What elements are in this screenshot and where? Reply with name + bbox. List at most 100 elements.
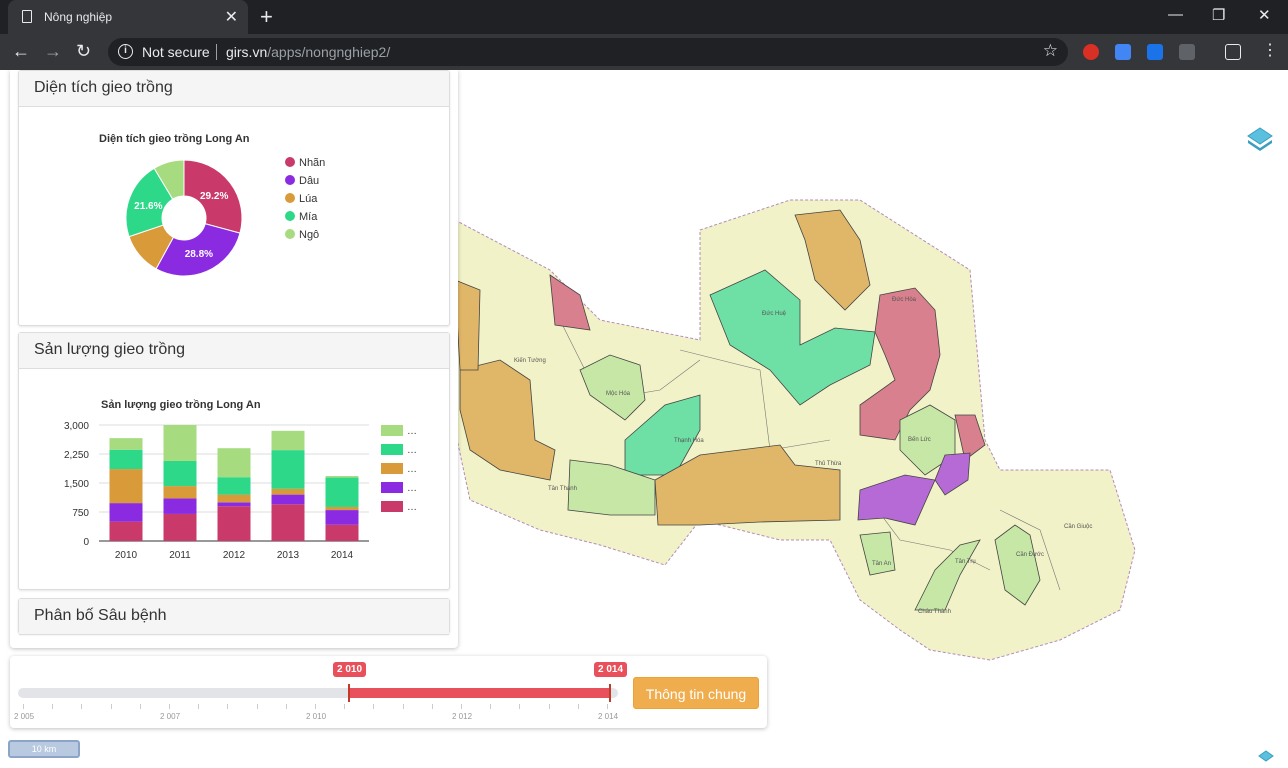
timeline-tick [607,704,608,709]
x-tick-label: 2013 [277,550,300,561]
timeline-label: 2 005 [14,712,35,721]
document-icon [22,10,32,23]
district-north-pink[interactable] [549,274,591,331]
bar-segment-nhan[interactable] [217,506,251,541]
y-tick-label: 3,000 [64,421,89,432]
x-tick-label: 2011 [169,550,191,561]
timeline-tick [373,704,375,709]
legend-dot [285,157,295,167]
bookmark-star-icon[interactable]: ☆ [1043,41,1058,61]
bar-legend-swatch-lua[interactable] [381,463,403,474]
bar-segment-lua[interactable] [109,469,143,504]
timeline-tick [52,704,54,709]
y-tick-label: 0 [83,537,89,548]
extension-translate-icon[interactable] [1115,44,1131,60]
address-bar[interactable]: i Not secure girs.vn/apps/nongnghiep2/ ☆ [108,38,1068,66]
bar-segment-mia[interactable] [271,450,305,489]
bar-segment-lua[interactable] [325,506,359,511]
timeline-slider: 2 010 2 014 2 005 2 007 2 010 2 012 2 01… [10,656,767,728]
legend-dot [285,193,295,203]
timeline-tick [577,704,579,709]
bar-segment-ngo[interactable] [325,476,359,478]
bar-segment-mia[interactable] [325,477,359,507]
bar-segment-ngo[interactable] [217,448,251,478]
x-tick-label: 2014 [331,550,354,561]
bar-segment-mia[interactable] [163,460,197,487]
bar-segment-dau[interactable] [109,503,143,522]
browser-tab[interactable]: Nông nghiệp ✕ [8,0,248,34]
bar-segment-nhan[interactable] [109,521,143,541]
bar-legend-swatch-ngo[interactable] [381,425,403,436]
timeline-tick [519,704,521,709]
timeline-tick [402,704,404,709]
timeline-tick [431,704,433,709]
yield-panel-heading[interactable]: Sản lượng gieo trồng [19,333,449,369]
bar-segment-lua[interactable] [163,486,197,499]
bar-legend-swatch-nhan[interactable] [381,501,403,512]
extension-incognito-icon[interactable] [1225,44,1241,60]
timeline-tick [548,704,550,709]
timeline-end-handle[interactable] [609,684,611,702]
page: Kiến Tường Mộc Hóa Đức Huệ Đức Hòa Thạnh… [0,70,1288,768]
bar-segment-dau[interactable] [163,498,197,514]
extension-bulb-icon[interactable] [1179,44,1195,60]
bar-segment-mia[interactable] [109,449,143,470]
timeline-end-flag: 2 014 [594,662,628,677]
bar-segment-lua[interactable] [271,488,305,495]
extension-adblock-icon[interactable] [1083,44,1099,60]
minimize-icon[interactable]: — [1168,6,1183,23]
pie-legend-item-ngo[interactable]: Ngô [285,229,319,241]
pie-legend-item-dau[interactable]: Dâu [285,175,319,187]
back-icon[interactable]: ← [12,41,30,62]
bar-legend-swatch-mia[interactable] [381,444,403,455]
layers-icon[interactable] [1246,126,1274,152]
general-info-button[interactable]: Thông tin chung [633,677,759,709]
reload-icon[interactable]: ↻ [76,41,91,62]
timeline-start-handle[interactable] [348,684,350,702]
timeline-selected-range[interactable] [349,688,611,698]
forward-icon[interactable]: → [44,41,62,62]
pie-legend-item-mia[interactable]: Mía [285,211,317,223]
extension-j-icon[interactable] [1147,44,1163,60]
bar-legend-swatch-dau[interactable] [381,482,403,493]
bar-segment-ngo[interactable] [109,438,143,450]
bar-segment-lua[interactable] [217,494,251,503]
restore-icon[interactable]: ❐ [1212,6,1225,24]
map-label: Tân Trụ [955,559,976,565]
bar-segment-nhan[interactable] [163,513,197,541]
timeline-tick [461,704,462,709]
bar-segment-ngo[interactable] [163,425,197,461]
url-text[interactable]: girs.vn/apps/nongnghiep2/ [226,44,390,60]
bar-segment-ngo[interactable] [271,430,305,451]
bar-segment-mia[interactable] [217,477,251,495]
new-tab-button[interactable]: + [260,4,273,30]
bar-segment-nhan[interactable] [271,504,305,541]
layers-small-icon[interactable] [1258,750,1274,766]
bar-legend-label: … [407,502,417,513]
info-icon[interactable]: i [118,44,133,59]
close-window-icon[interactable]: ✕ [1258,6,1271,24]
bar-segment-dau[interactable] [325,510,359,525]
area-panel-heading[interactable]: Diện tích gieo trồng [19,71,449,107]
pie-chart-title: Diện tích gieo trồng Long An [99,133,250,145]
sidebar: Diện tích gieo trồng Diện tích gieo trồn… [10,70,458,648]
yield-panel: Sản lượng gieo trồng Sản lượng gieo trồn… [18,332,450,590]
bar-segment-dau[interactable] [271,494,305,505]
bar-segment-nhan[interactable] [325,524,359,541]
menu-kebab-icon[interactable]: ⋮ [1262,40,1278,60]
pie-legend-item-nhan[interactable]: Nhãn [285,157,325,169]
map-label: Đức Hòa [892,297,917,303]
bar-segment-dau[interactable] [217,502,251,507]
timeline-label: 2 012 [452,712,473,721]
pie-data-label: 29.2% [200,191,228,202]
legend-dot [285,229,295,239]
legend-label: Mía [299,211,318,223]
map-scale-bar: 10 km [8,740,80,758]
map-label: Tân Thạnh [548,486,577,492]
map-label: Châu Thành [918,609,951,615]
map-label: Tân An [872,561,891,567]
pest-panel-heading[interactable]: Phân bố Sâu bệnh [19,599,449,635]
timeline-label: 2 014 [598,712,619,721]
close-tab-icon[interactable]: ✕ [225,7,238,27]
pie-legend-item-lua[interactable]: Lúa [285,193,317,205]
